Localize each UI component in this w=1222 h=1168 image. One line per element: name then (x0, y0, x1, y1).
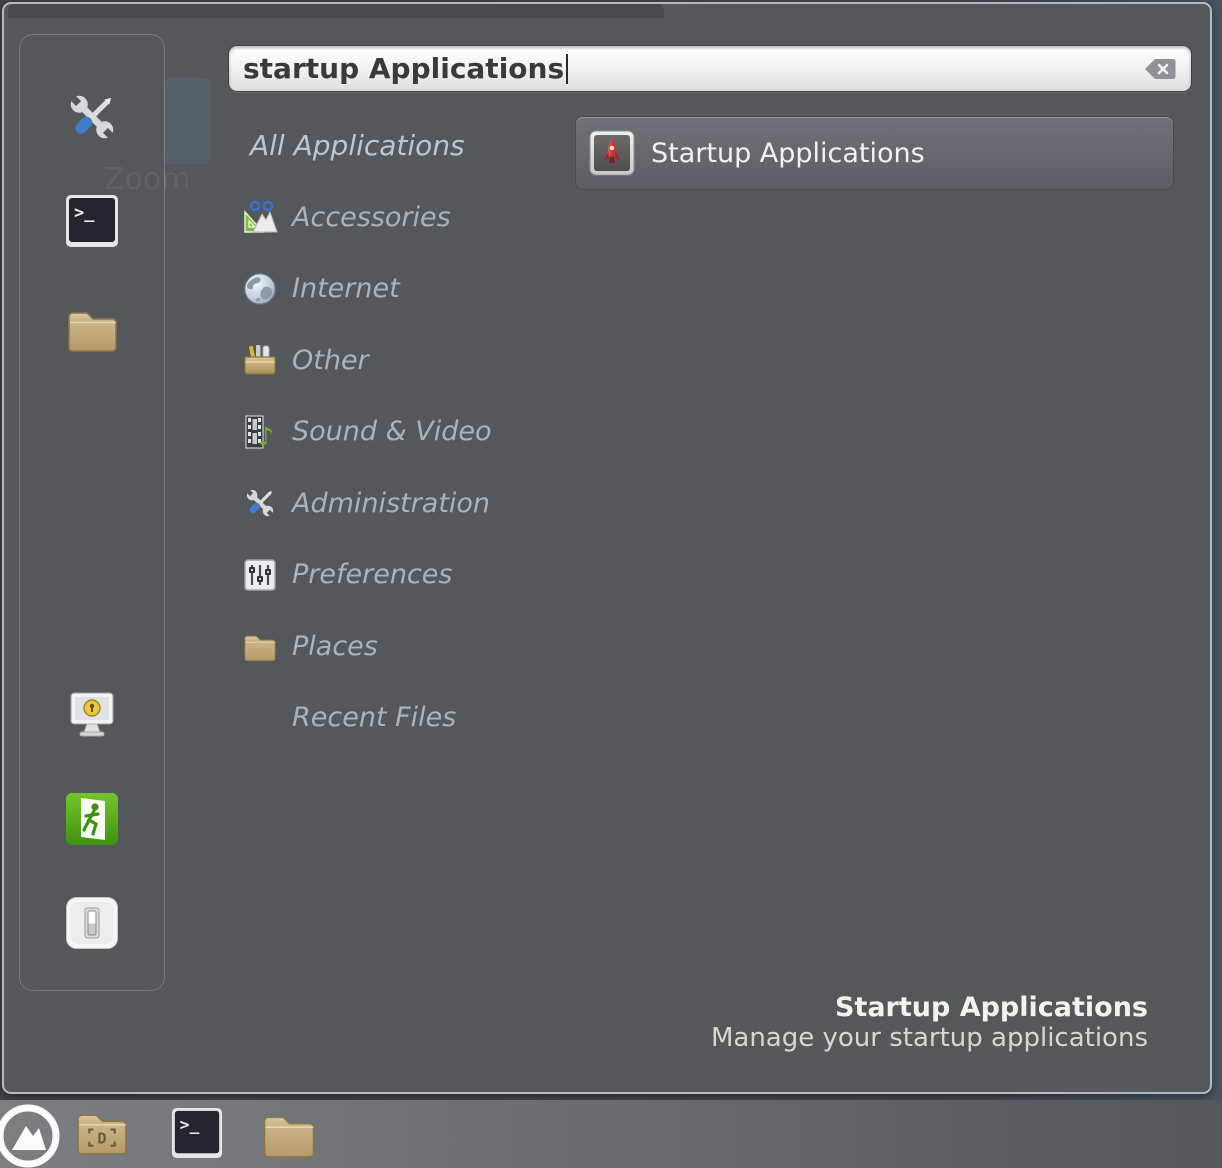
filmstrip-note-icon: ♪ (242, 414, 278, 450)
folder-icon (65, 305, 120, 353)
svg-text:♪: ♪ (258, 422, 274, 450)
folder-icon (260, 1109, 318, 1159)
system-tools-button[interactable] (62, 87, 122, 147)
category-label: All Applications (250, 129, 465, 162)
svg-text:>_: >_ (180, 1115, 200, 1134)
terminal-icon: >_ (171, 1107, 223, 1159)
category-all-applications[interactable]: All Applications (234, 110, 569, 182)
administration-tools-icon (242, 485, 278, 521)
category-label: Other (292, 345, 369, 376)
svg-text:>_: >_ (74, 203, 95, 223)
sliders-icon (242, 557, 278, 593)
category-label: Recent Files (292, 702, 456, 733)
clear-search-button[interactable] (1143, 57, 1177, 81)
search-input[interactable]: startup Applications (228, 45, 1192, 92)
toolbox-icon (242, 342, 278, 378)
category-label: Accessories (292, 202, 451, 233)
taskbar-terminal-button[interactable]: >_ (171, 1107, 223, 1159)
mint-menu-icon (0, 1104, 60, 1168)
category-list: All Applications Accessories (234, 110, 569, 754)
taskbar-file-manager-button[interactable] (260, 1109, 318, 1159)
selection-title: Startup Applications (711, 992, 1148, 1023)
category-preferences[interactable]: Preferences (234, 539, 569, 611)
category-label: Administration (292, 488, 490, 519)
lock-screen-icon (64, 687, 120, 743)
logout-button[interactable] (62, 789, 122, 849)
favorites-sidebar: >_ (19, 34, 165, 991)
category-other[interactable]: Other (234, 325, 569, 397)
startup-applications-icon (589, 130, 635, 176)
category-label: Preferences (292, 559, 452, 590)
tools-icon (63, 88, 121, 146)
places-folder-icon (242, 628, 278, 664)
category-accessories[interactable]: Accessories (234, 182, 569, 254)
category-administration[interactable]: Administration (234, 468, 569, 540)
category-label: Places (292, 631, 378, 662)
folder-desktop-icon: D (74, 1107, 130, 1156)
terminal-icon: >_ (65, 194, 119, 248)
category-places[interactable]: Places (234, 611, 569, 683)
background-window-shade (8, 4, 664, 18)
result-label: Startup Applications (651, 138, 925, 169)
shutdown-icon (65, 896, 119, 950)
backspace-clear-icon (1143, 57, 1177, 81)
category-recent-files[interactable]: Recent Files (234, 682, 569, 754)
terminal-button[interactable]: >_ (62, 191, 122, 251)
shutdown-button[interactable] (62, 893, 122, 953)
result-startup-applications[interactable]: Startup Applications (576, 117, 1173, 189)
logout-icon (65, 792, 119, 846)
category-internet[interactable]: Internet (234, 253, 569, 325)
search-value: startup Applications (243, 52, 564, 85)
mint-menu-panel: Zoom (2, 2, 1212, 1094)
text-caret (566, 54, 568, 84)
selection-description: Manage your startup applications (711, 1023, 1148, 1054)
svg-text:D: D (97, 1130, 106, 1148)
menu-button[interactable] (0, 1104, 60, 1168)
ghost-desktop-icon (164, 78, 210, 164)
accessories-icon (242, 199, 278, 235)
selection-info: Startup Applications Manage your startup… (711, 992, 1148, 1054)
file-manager-button[interactable] (62, 299, 122, 359)
category-label: Internet (292, 273, 400, 304)
taskbar-desktop-folder-button[interactable]: D (74, 1107, 130, 1156)
lock-screen-button[interactable] (62, 685, 122, 745)
taskbar: D >_ (0, 1100, 1222, 1168)
desktop: Zoom (0, 0, 1222, 1168)
internet-globe-icon (242, 271, 278, 307)
category-label: Sound & Video (292, 416, 491, 447)
category-sound-video[interactable]: ♪ Sound & Video (234, 396, 569, 468)
